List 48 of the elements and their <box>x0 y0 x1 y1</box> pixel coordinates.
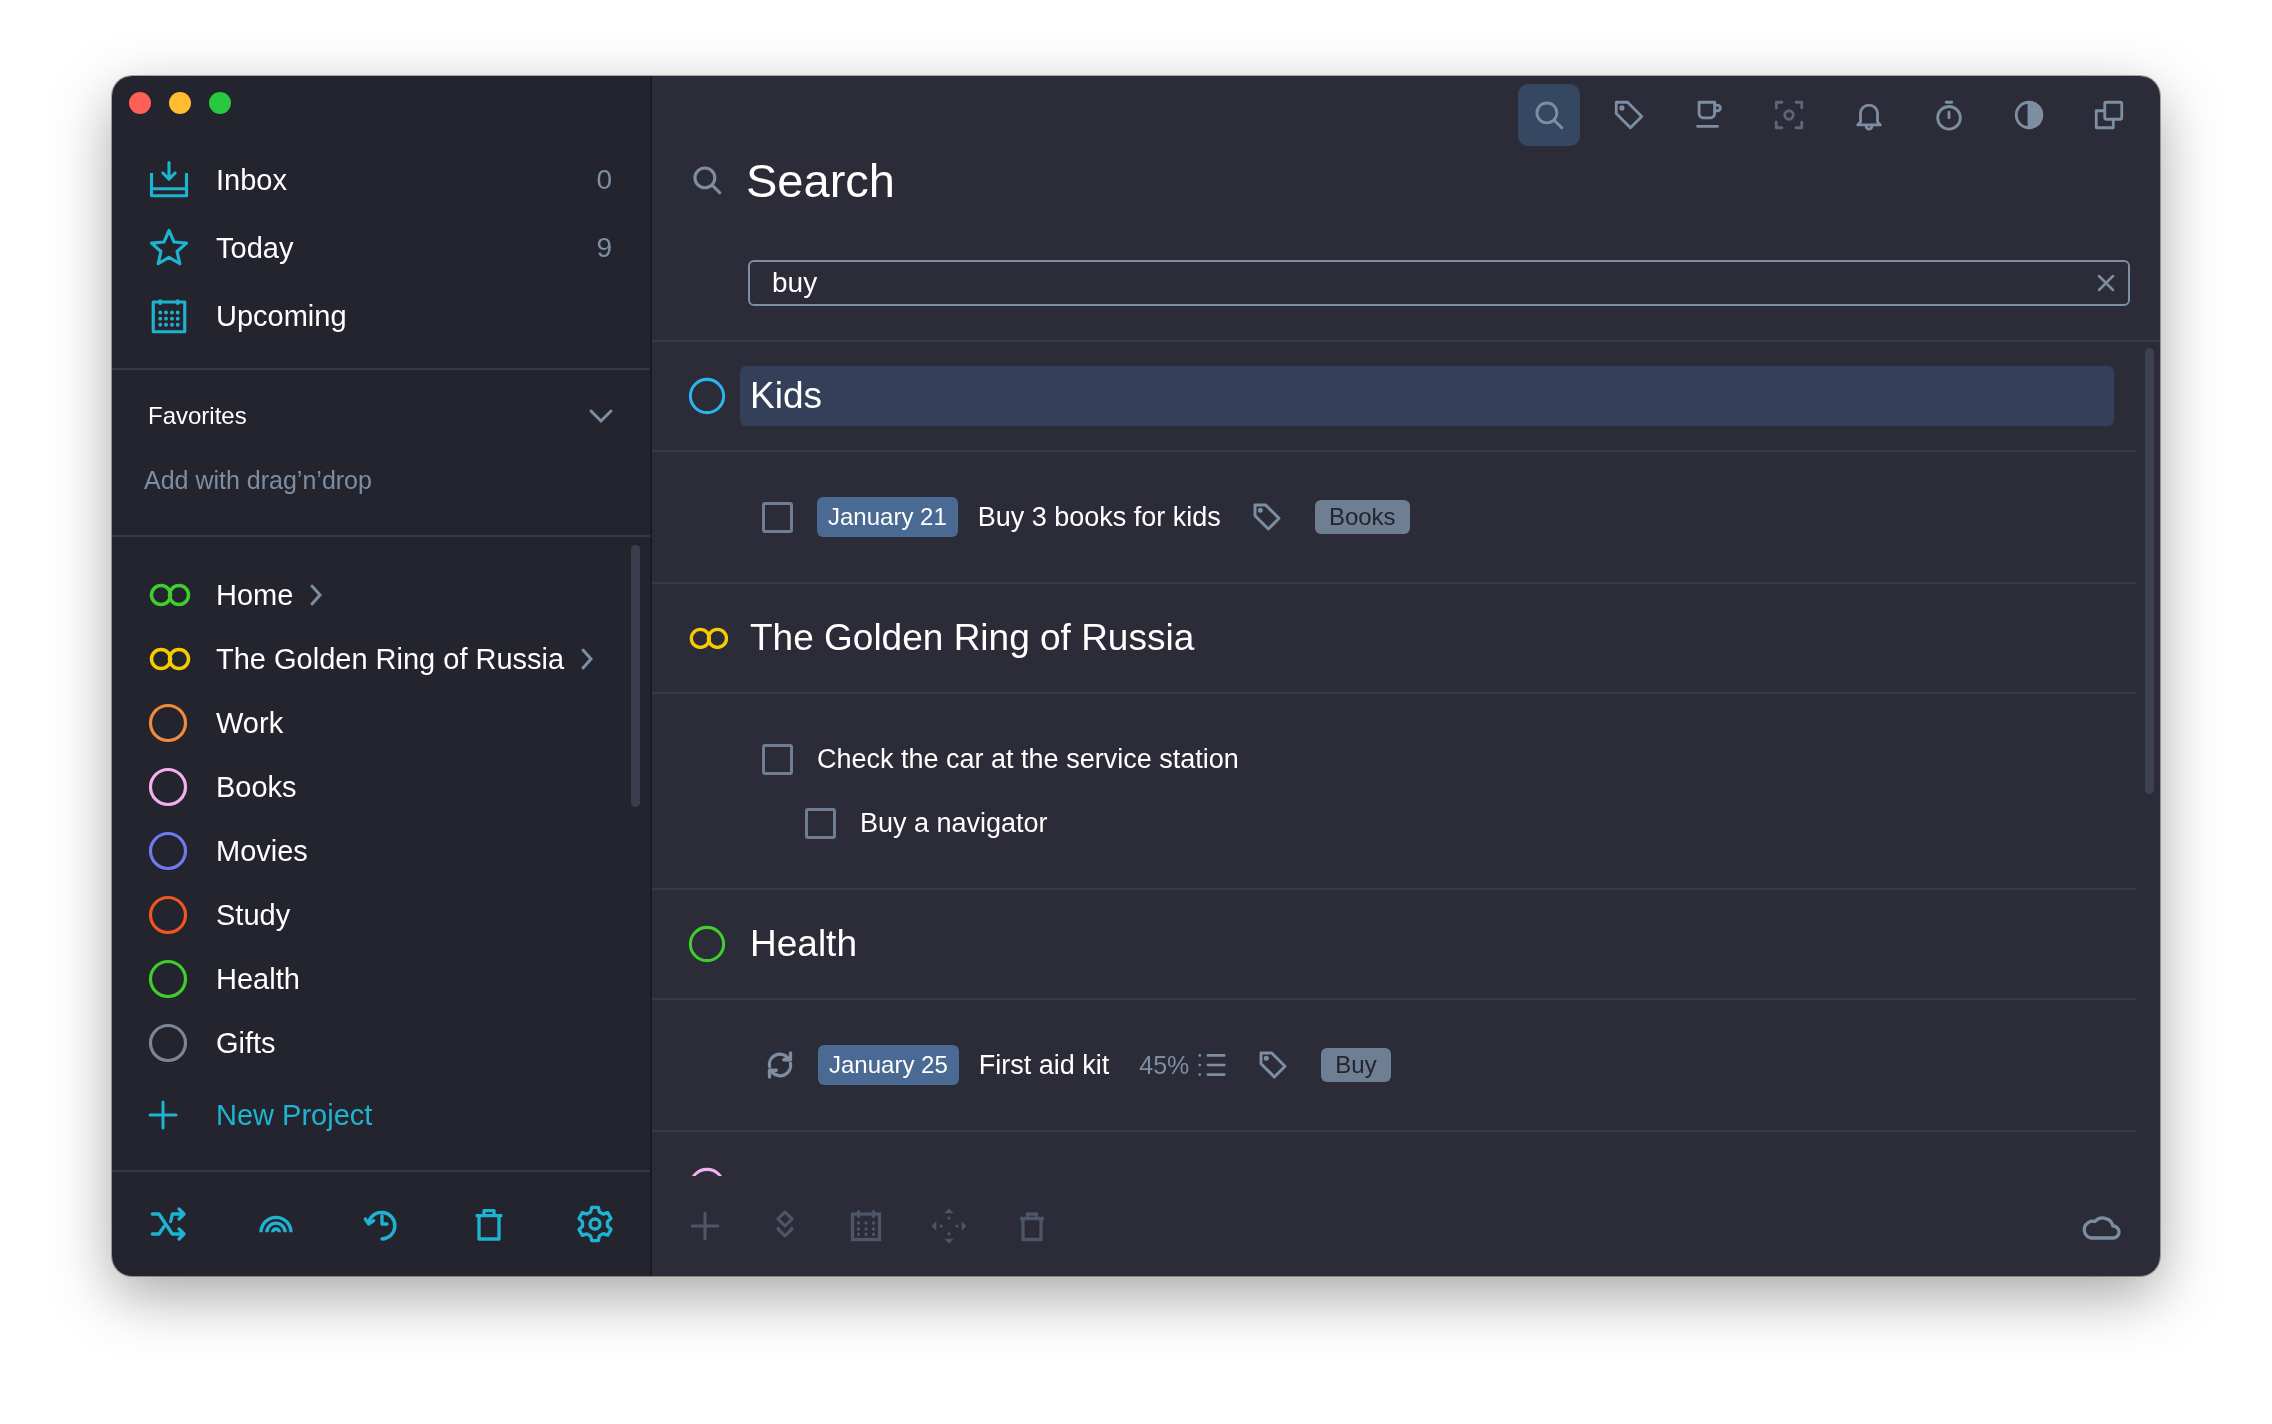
search-field[interactable]: buy <box>748 260 2130 306</box>
scrollbar-thumb[interactable] <box>2145 348 2154 794</box>
tag-badge[interactable]: Buy <box>1321 1048 1391 1082</box>
nav-item[interactable]: Today <box>216 231 571 265</box>
search-icon <box>690 163 724 197</box>
plus-icon <box>148 1100 178 1130</box>
scrollbar-thumb[interactable] <box>631 545 640 807</box>
project-item[interactable]: Study <box>216 898 291 932</box>
search-icon[interactable] <box>1518 84 1580 146</box>
task-title[interactable]: Buy a navigator <box>860 807 1048 839</box>
progress-text: 45% <box>1139 1050 1190 1080</box>
chevron-down-icon[interactable] <box>588 408 614 424</box>
tag-icon <box>1257 1049 1290 1081</box>
task-title[interactable]: Check the car at the service station <box>817 743 1239 775</box>
project-item[interactable]: Health <box>216 962 300 996</box>
nav-item[interactable]: Upcoming <box>216 299 614 333</box>
close-button[interactable] <box>129 92 151 114</box>
project-heading[interactable]: Kids <box>740 366 2114 426</box>
date-badge[interactable]: January 25 <box>818 1045 959 1085</box>
checklist-icon <box>1197 1051 1228 1079</box>
nav-item[interactable]: Inbox <box>216 163 571 197</box>
project-item[interactable]: Books <box>216 770 297 804</box>
settings-icon[interactable] <box>574 1204 616 1244</box>
page-title: Search <box>746 152 895 208</box>
project-item[interactable]: Movies <box>216 834 308 868</box>
hint-text: Add with drag’n’drop <box>144 466 373 495</box>
zoom-button[interactable] <box>209 92 231 114</box>
minimize-button[interactable] <box>169 92 191 114</box>
project-item[interactable]: The Golden Ring of Russia <box>216 642 565 676</box>
task-checkbox[interactable] <box>762 501 793 533</box>
date-badge[interactable]: January 21 <box>817 497 958 537</box>
project-item[interactable]: Work <box>216 706 284 740</box>
task-title[interactable]: Buy 3 books for kids <box>977 501 1221 533</box>
project-heading[interactable]: The Golden Ring of Russia <box>740 608 2114 668</box>
tag-badge[interactable]: Books <box>1314 500 1410 534</box>
chevron-right-icon[interactable] <box>309 583 324 607</box>
project-heading[interactable]: Health <box>740 914 2114 974</box>
item-count: 9 <box>596 232 612 264</box>
clear-icon[interactable] <box>2096 273 2116 293</box>
project-item[interactable]: Home <box>216 578 294 612</box>
task-title[interactable]: First aid kit <box>978 1049 1110 1081</box>
new-project-link[interactable]: New Project <box>216 1098 373 1132</box>
section-title: Favorites <box>148 402 247 430</box>
item-count: 0 <box>596 164 612 196</box>
task-checkbox[interactable] <box>805 807 836 839</box>
chevron-right-icon[interactable] <box>580 647 595 671</box>
task-checkbox[interactable] <box>762 743 793 775</box>
project-item[interactable]: Gifts <box>216 1026 276 1060</box>
